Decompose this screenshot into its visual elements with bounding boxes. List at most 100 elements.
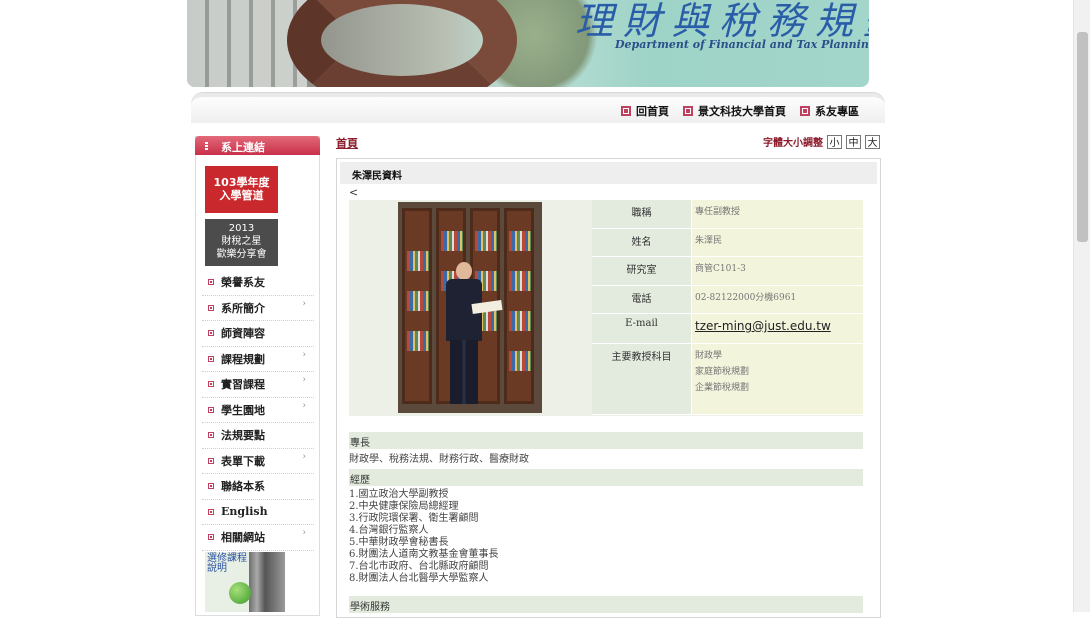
sidebar-item-english[interactable]: English bbox=[202, 500, 314, 525]
sidebar-item-regulations[interactable]: 法規要點 bbox=[202, 423, 314, 449]
list-item: 2.中央健康保險局總經理 bbox=[349, 501, 459, 512]
sidebar-item-related-sites[interactable]: 相關網站 › bbox=[202, 525, 314, 551]
panel-title: 朱澤民資料 bbox=[340, 162, 877, 184]
nav-link-label: 系友專區 bbox=[815, 105, 859, 118]
promo-line: 103學年度 bbox=[213, 176, 270, 189]
event-banner[interactable]: 2013 財稅之星 歡樂分享會 bbox=[205, 219, 278, 266]
sidebar-item-curriculum[interactable]: 課程規劃 › bbox=[202, 347, 314, 372]
promo-line: 財稅之星 bbox=[221, 236, 262, 247]
sculpture-graphic bbox=[287, 0, 517, 87]
person-figure bbox=[438, 262, 503, 408]
list-item: 4.台灣銀行監察人 bbox=[349, 525, 429, 536]
bullet-icon bbox=[208, 534, 214, 541]
nav-link-home[interactable]: 回首頁 bbox=[621, 103, 669, 119]
bullet-icon bbox=[208, 508, 214, 515]
list-item: 8.財團法人台北醫學大學監察人 bbox=[349, 573, 489, 584]
list-item: 1.國立政治大學副教授 bbox=[349, 489, 449, 500]
elective-banner[interactable]: 選修課程說明 bbox=[205, 552, 285, 612]
profile-info-table: 職稱 專任副教授 姓名 朱澤民 研究室 商管C101-3 電話 02-82122… bbox=[592, 200, 863, 415]
chevron-right-icon: › bbox=[302, 528, 306, 538]
chevron-right-icon: › bbox=[302, 349, 306, 360]
faculty-photo bbox=[398, 202, 542, 413]
table-row: 研究室 商管C101-3 bbox=[592, 257, 863, 286]
scrollbar-thumb[interactable] bbox=[1077, 32, 1088, 242]
font-size-control: 字體大小調整 小 中 大 bbox=[763, 134, 880, 149]
table-row: 主要教授科目 財政學 家庭節稅規劃 企業節稅規劃 bbox=[592, 344, 863, 415]
nav-link-university[interactable]: 景文科技大學首頁 bbox=[683, 103, 786, 119]
font-size-medium-button[interactable]: 中 bbox=[846, 134, 861, 149]
admission-banner[interactable]: 103學年度 入學管道 bbox=[205, 166, 278, 213]
breadcrumb-home[interactable]: 首頁 bbox=[336, 135, 358, 151]
sidebar-item-forms[interactable]: 表單下載 › bbox=[202, 449, 314, 474]
field-label: 職稱 bbox=[592, 200, 692, 228]
table-row: 電話 02-82122000分機6961 bbox=[592, 285, 863, 314]
promo-text: 選修課程說明 bbox=[207, 553, 247, 574]
experience-title: 經歷 bbox=[349, 469, 863, 486]
sidebar-item-label: English bbox=[221, 505, 268, 519]
field-label: E-mail bbox=[592, 314, 692, 343]
course-item: 財政學 bbox=[695, 351, 723, 361]
bookshelf bbox=[402, 208, 432, 404]
sidebar-item-label: 課程規劃 bbox=[221, 352, 265, 366]
font-size-large-button[interactable]: 大 bbox=[865, 134, 880, 149]
sidebar-item-label: 師資陣容 bbox=[221, 327, 265, 341]
service-title: 學術服務 bbox=[349, 596, 863, 613]
profile-card: 職稱 專任副教授 姓名 朱澤民 研究室 商管C101-3 電話 02-82122… bbox=[349, 200, 863, 416]
top-nav-links: 回首頁 景文科技大學首頁 系友專區 bbox=[621, 103, 859, 119]
faculty-panel: 朱澤民資料 < 職稱 專任副教授 姓名 朱澤民 研究室 商管C101-3 電話 … bbox=[336, 158, 881, 618]
bullet-icon bbox=[208, 355, 214, 362]
bullet-icon bbox=[208, 279, 214, 286]
bookshelf bbox=[504, 208, 534, 404]
promo-line: 入學管道 bbox=[219, 189, 264, 202]
sidebar-item-label: 法規要點 bbox=[221, 429, 265, 443]
sidebar-item-label: 榮譽系友 bbox=[221, 276, 265, 290]
bullet-icon bbox=[208, 457, 214, 464]
apple-icon bbox=[229, 582, 251, 604]
field-label: 主要教授科目 bbox=[592, 344, 692, 414]
field-value: 朱澤民 bbox=[692, 228, 863, 256]
sidebar-item-faculty[interactable]: 師資陣容 bbox=[202, 321, 314, 347]
sidebar-item-label: 實習課程 bbox=[221, 378, 265, 392]
course-item: 企業節稅規劃 bbox=[695, 383, 750, 393]
header-banner: 理財與稅務規劃系 Department of Financial and Tax… bbox=[187, 0, 869, 87]
table-row: 職稱 專任副教授 bbox=[592, 200, 863, 229]
bullet-icon bbox=[208, 330, 214, 337]
specialty-text: 財政學、稅務法規、財務行政、醫療財政 bbox=[349, 454, 529, 465]
top-navbar: 回首頁 景文科技大學首頁 系友專區 bbox=[191, 93, 885, 123]
table-row: 姓名 朱澤民 bbox=[592, 228, 863, 257]
list-item: 3.行政院環保署、衛生署顧問 bbox=[349, 513, 479, 524]
sidebar-item-students[interactable]: 學生園地 › bbox=[202, 398, 314, 423]
sidebar-item-contact[interactable]: 聯絡本系 bbox=[202, 474, 314, 500]
chevron-right-icon: › bbox=[302, 298, 306, 309]
page-scrollbar[interactable] bbox=[1073, 0, 1090, 612]
sidebar: 系上連結 103學年度 入學管道 2013 財稅之星 歡樂分享會 榮譽系友 系所… bbox=[195, 136, 320, 616]
sidebar-item-label: 聯絡本系 bbox=[221, 480, 265, 494]
sidebar-menu: 榮譽系友 系所簡介 › 師資陣容 課程規劃 › 實習課程 › 學生園地 › 法規要點 表… bbox=[202, 270, 314, 551]
chevron-right-icon: › bbox=[302, 400, 306, 411]
list-item: 7.台北市政府、台北縣政府顧問 bbox=[349, 561, 489, 572]
field-value: 專任副教授 bbox=[692, 200, 863, 228]
sidebar-item-label: 系所簡介 bbox=[221, 301, 265, 315]
nav-link-alumni[interactable]: 系友專區 bbox=[800, 103, 859, 119]
sidebar-item-honor-alumni[interactable]: 榮譽系友 bbox=[202, 270, 314, 296]
table-row: E-mail tzer-ming@just.edu.tw bbox=[592, 314, 863, 344]
nav-link-label: 景文科技大學首頁 bbox=[698, 105, 786, 118]
sidebar-item-intro[interactable]: 系所簡介 › bbox=[202, 296, 314, 321]
back-link[interactable]: < bbox=[349, 186, 358, 199]
sidebar-item-internship[interactable]: 實習課程 › bbox=[202, 372, 314, 398]
square-bullet-icon bbox=[800, 106, 810, 116]
bullet-icon bbox=[208, 381, 214, 388]
sidebar-item-label: 學生園地 bbox=[221, 403, 265, 417]
nav-link-label: 回首頁 bbox=[636, 105, 669, 118]
font-size-small-button[interactable]: 小 bbox=[827, 134, 842, 149]
field-label: 姓名 bbox=[592, 228, 692, 256]
field-value-list: 財政學 家庭節稅規劃 企業節稅規劃 bbox=[692, 344, 863, 414]
sidebar-heading: 系上連結 bbox=[195, 136, 320, 155]
specialty-title: 專長 bbox=[349, 432, 863, 449]
course-item: 家庭節稅規劃 bbox=[695, 367, 750, 377]
field-label: 研究室 bbox=[592, 257, 692, 285]
email-link[interactable]: tzer-ming@just.edu.tw bbox=[692, 314, 863, 343]
sidebar-item-label: 相關網站 bbox=[221, 531, 265, 545]
list-item: 5.中華財政學會秘書長 bbox=[349, 537, 449, 548]
field-label: 電話 bbox=[592, 285, 692, 313]
